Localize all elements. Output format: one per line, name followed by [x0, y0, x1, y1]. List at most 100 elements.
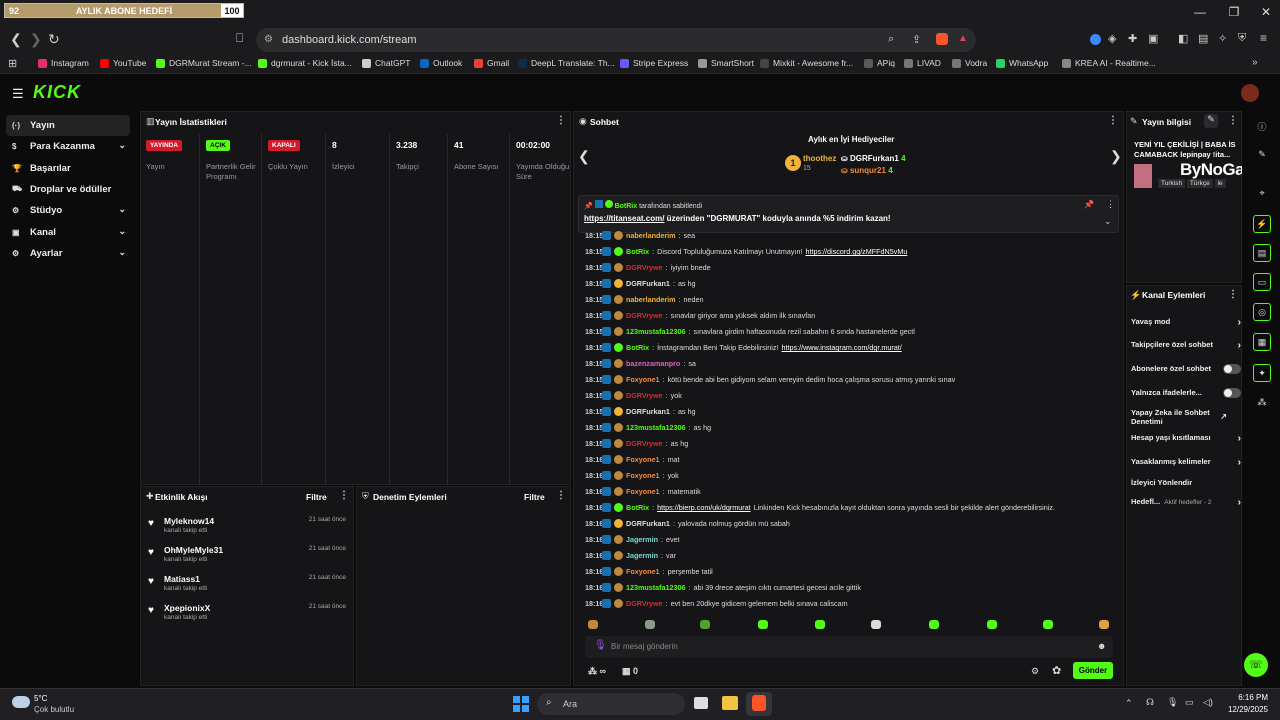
pencil-icon[interactable]: ✎ — [1253, 145, 1271, 163]
avatar[interactable] — [1241, 84, 1259, 102]
chat-message[interactable]: 18:15 Foxyone1: kötü bende abi ben gidiyom… — [585, 372, 1120, 387]
bookmark-icon[interactable]: ⎕ — [236, 31, 243, 46]
chevron-down-icon[interactable]: ⌄ — [118, 204, 126, 215]
headset-icon[interactable]: ☊ — [1146, 697, 1154, 708]
chat-message[interactable]: 18:15 123mustafa12306: sınavlara girdim ha… — [585, 324, 1120, 339]
prev-gifters-icon[interactable]: ❮ — [578, 148, 590, 165]
channel-action-3[interactable]: Yalnızca ifadelerle... — [1131, 388, 1241, 404]
taskbar-search[interactable] — [537, 693, 685, 715]
vpn-icon[interactable]: ⛨ — [1238, 32, 1246, 45]
emote-icon[interactable] — [871, 620, 881, 629]
chat-username[interactable]: Foxyone1 — [626, 487, 660, 496]
chat-username[interactable]: Foxyone1 — [626, 455, 660, 464]
chevron-down-icon[interactable]: ⌄ — [118, 226, 126, 237]
clock-date[interactable]: 12/29/2025 — [1222, 705, 1268, 714]
channel-action-5[interactable]: Hesap yaşı kısıtlaması › — [1131, 433, 1241, 449]
activity-menu-icon[interactable]: ⋮ — [339, 490, 349, 501]
chat-link[interactable]: https://bierp.com/uk/dgrmurat — [657, 503, 750, 512]
chat-extensions-icon[interactable]: ✿ — [1052, 664, 1061, 677]
chat-message[interactable]: 18:15 naberlanderim: neden — [585, 292, 1120, 307]
wallet-icon[interactable]: ▤ — [1198, 32, 1208, 45]
bookmark-9[interactable]: SmartShort — [698, 58, 754, 68]
gift-icon[interactable]: ▦ 0 — [622, 666, 638, 677]
chat-username[interactable]: 123mustafa12306 — [626, 423, 686, 432]
microphone-icon[interactable]: 🎙 — [594, 640, 607, 651]
gifter-2[interactable]: ⛀ DGRFurkan1 4 — [841, 154, 906, 163]
task-view-icon[interactable] — [694, 697, 708, 709]
list-item[interactable]: ♥ XpepionixX kanalı takip etti 21 saat önce — [148, 603, 348, 629]
info-circle-icon[interactable]: ⓘ — [1253, 117, 1271, 135]
channel-action-8[interactable]: Hedefl... Aktif hedefler - 2 › — [1131, 497, 1241, 513]
chat-username[interactable]: 123mustafa12306 — [626, 327, 686, 336]
chat-bubble-icon[interactable]: ▭ — [1253, 273, 1271, 291]
list-item[interactable]: ♥ Matiass1 kanalı takip etti 21 saat önce — [148, 574, 348, 600]
next-gifters-icon[interactable]: ❯ — [1110, 148, 1122, 165]
bookmark-14[interactable]: WhatsApp — [996, 58, 1048, 68]
chat-message[interactable]: 18:15 DGRVrywe: iyiyim bnede — [585, 260, 1120, 275]
broadcast-icon[interactable]: ◎ — [1253, 303, 1271, 321]
sidebar-icon[interactable]: ◧ — [1178, 32, 1188, 45]
chat-message[interactable]: 18:16 Foxyone1: yok — [585, 468, 1120, 483]
bookmark-10[interactable]: Mixkit - Awesome fr... — [760, 58, 853, 68]
gifter-name[interactable]: thoothez — [803, 154, 836, 163]
chat-username[interactable]: DGRFurkan1 — [626, 407, 670, 416]
back-icon[interactable]: ❮ — [10, 31, 22, 48]
file-explorer-icon[interactable] — [722, 696, 738, 710]
moderation-menu-icon[interactable]: ⋮ — [556, 490, 566, 501]
chat-message[interactable]: 18:16 123mustafa12306: abi 39 drece ateşim… — [585, 580, 1120, 595]
chat-username[interactable]: DGRVrywe — [626, 439, 663, 448]
weather-icon[interactable] — [12, 696, 30, 708]
chat-message[interactable]: 18:15 123mustafa12306: as hg — [585, 420, 1120, 435]
bookmark-3[interactable]: dgrmurat - Kick İsta... — [258, 58, 352, 68]
wrench-icon[interactable]: ✦ — [1253, 364, 1271, 382]
close-button[interactable]: ✕ — [1256, 5, 1276, 19]
extension-icon[interactable] — [1090, 34, 1101, 45]
emoji-icon[interactable]: ☻ — [1097, 641, 1106, 651]
tag-0[interactable]: Turkish — [1158, 179, 1186, 188]
mic-tray-icon[interactable]: 🎙 — [1167, 697, 1178, 708]
network-icon[interactable]: ▭ — [1185, 697, 1194, 708]
sidebar-item-4[interactable]: ⚙ Stüdyo ⌄ — [6, 200, 130, 221]
bookmark-8[interactable]: Stripe Express — [620, 58, 688, 68]
chat-message[interactable]: 18:16 DGRFurkan1: yalovada nolmuş gördün m… — [585, 516, 1120, 531]
chat-message[interactable]: 18:15 DGRVrywe: sınavlar giriyor ama yükse… — [585, 308, 1120, 323]
emote-icon[interactable] — [645, 620, 655, 629]
chat-message[interactable]: 18:15 naberlanderim: sea — [585, 228, 1120, 243]
target-icon[interactable]: ⌖ — [1253, 184, 1271, 202]
sidebar-item-1[interactable]: $ Para Kazanma ⌄ — [6, 136, 130, 157]
chat-username[interactable]: Foxyone1 — [626, 567, 660, 576]
sidebar-item-2[interactable]: 🏆 Başarılar — [6, 158, 130, 179]
sidebar-item-6[interactable]: ⚙ Ayarlar ⌄ — [6, 243, 130, 264]
extension-2-icon[interactable]: ◈ — [1108, 32, 1116, 45]
list-item[interactable]: ♥ Myleknow14 kanalı takip etti 21 saat önce — [148, 516, 348, 542]
toggle-switch[interactable] — [1223, 388, 1241, 398]
chat-username[interactable]: naberlanderim — [626, 295, 676, 304]
activity-filter-button[interactable]: Filtre — [306, 492, 327, 502]
send-button[interactable]: Gönder — [1073, 662, 1113, 679]
bookmark-12[interactable]: LIVAD — [904, 58, 941, 68]
chevron-down-icon[interactable]: ⌄ — [118, 247, 126, 258]
channel-action-0[interactable]: Yavaş mod › — [1131, 317, 1241, 333]
chat-username[interactable]: Jagermin — [626, 535, 658, 544]
site-info-icon[interactable]: ⚙ — [264, 34, 273, 45]
tray-chevron-icon[interactable]: ⌃ — [1125, 698, 1133, 709]
hamburger-icon[interactable]: ☰ — [12, 86, 24, 102]
edit-icon[interactable]: ✎ — [1204, 114, 1218, 128]
pinned-menu-icon[interactable]: ⋮ — [1106, 199, 1115, 210]
bookmark-6[interactable]: Gmail — [474, 58, 509, 68]
support-icon[interactable]: ☏ — [1244, 653, 1268, 677]
bookmark-0[interactable]: Instagram — [38, 58, 89, 68]
tag-1[interactable]: Türkçe — [1186, 179, 1213, 188]
chat-username[interactable]: bazenzamanpro — [626, 359, 680, 368]
bookmark-1[interactable]: YouTube — [100, 58, 146, 68]
brave-rewards-icon[interactable]: ▲ — [958, 33, 968, 44]
chat-username[interactable]: BotRix — [626, 247, 649, 256]
forward-icon[interactable]: ❯ — [30, 31, 42, 48]
gifter-3[interactable]: ⛀ sunqur21 4 — [841, 166, 893, 175]
emote-icon[interactable] — [1043, 620, 1053, 629]
unpin-icon[interactable]: 📌 — [1084, 200, 1094, 209]
chat-message[interactable]: 18:16 Jagermin: evet — [585, 532, 1120, 547]
chat-message[interactable]: 18:16 Foxyone1: perşembe tatil — [585, 564, 1120, 579]
clock-time[interactable]: 6:16 PM — [1226, 693, 1268, 702]
chat-username[interactable]: DGRFurkan1 — [626, 519, 670, 528]
